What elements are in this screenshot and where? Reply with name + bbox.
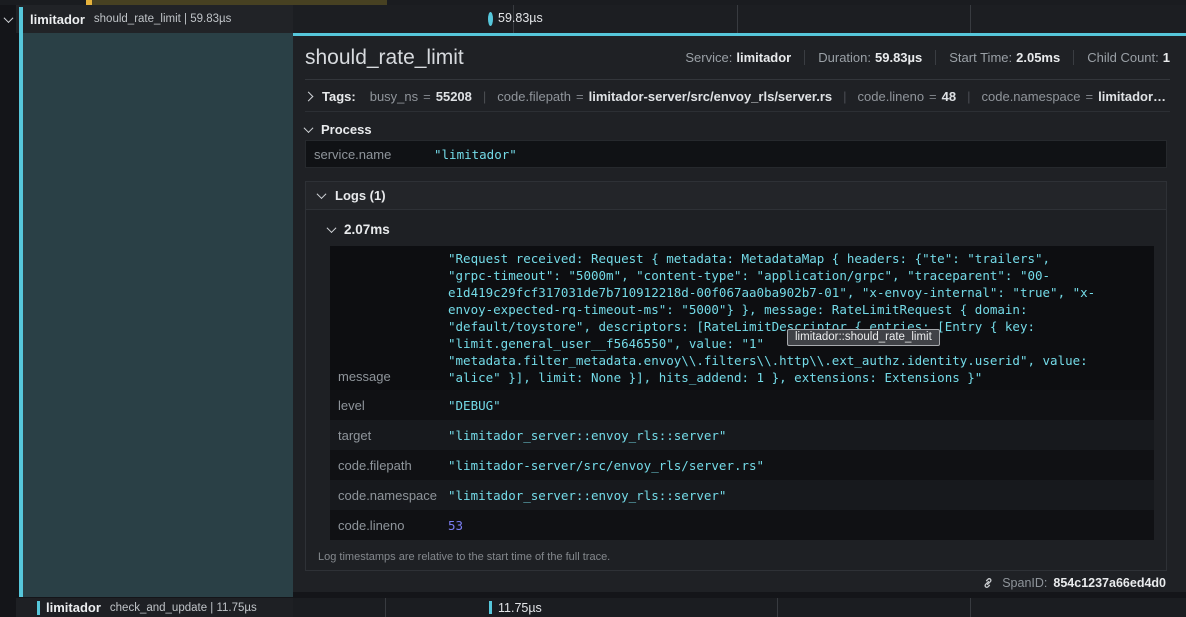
chevron-down-icon [3,13,13,23]
process-kv-row: service.name "limitador" [305,140,1167,168]
span-timeline-cell[interactable]: 11.75µs [293,598,1186,617]
process-accordion[interactable]: Process [305,120,372,138]
span-row-should-rate-limit: limitador should_rate_limit | 59.83µs 59… [0,5,1186,33]
log-row-level: level "DEBUG" [330,390,1154,420]
log-row-code-filepath: code.filepath "limitador-server/src/envo… [330,450,1154,480]
span-duration-marker[interactable] [489,601,492,614]
timeline-gridline [737,5,738,33]
log-row-message: message "Request received: Request { met… [330,246,1154,390]
kv-key: service.name [306,147,434,162]
timeline-gridline [970,598,971,617]
span-duration-label: 11.75µs [498,601,542,615]
log-entry-accordion[interactable]: 2.07ms [328,222,390,237]
chevron-down-icon [327,223,337,233]
log-row-target: target "limitador_server::envoy_rls::ser… [330,420,1154,450]
tag-separator: | [483,89,486,104]
trace-detail-view: limitador should_rate_limit | 59.83µs 59… [0,0,1186,617]
chevron-right-icon [304,92,314,102]
timeline-gridline [777,598,778,617]
span-accent-bar [37,601,40,615]
logs-label: Logs (1) [335,188,386,203]
span-operation-label: should_rate_limit | 59.83µs [94,13,231,25]
timeline-gridline [970,5,971,33]
kv-key: message [330,369,448,386]
meta-child-count: Child Count:1 [1073,50,1170,65]
span-duration-marker[interactable] [488,12,493,26]
span-hover-tooltip: limitador::should_rate_limit [787,329,940,346]
kv-value: "limitador" [434,147,517,162]
span-id-label: SpanID: [1002,576,1047,590]
chevron-down-icon [304,123,314,133]
span-service-name: limitador [46,600,101,615]
tag-code-lineno: code.lineno=48 [858,89,957,104]
span-meta: Service:limitador Duration:59.83µs Start… [672,50,1170,65]
process-label: Process [321,122,372,137]
kv-value-message: "Request received: Request { metadata: M… [448,250,1095,386]
tags-label: Tags: [322,89,356,104]
tag-code-namespace: code.namespace=limitador… [982,89,1167,104]
tag-code-filepath: code.filepath=limitador-server/src/envoy… [497,89,832,104]
tag-separator: | [967,89,970,104]
span-operation-label: check_and_update | 11.75µs [110,602,257,614]
logs-accordion[interactable]: Logs (1) [306,182,1166,210]
tag-busy-ns: busy_ns=55208 [370,89,472,104]
meta-service: Service:limitador [672,50,804,65]
meta-duration: Duration:59.83µs [804,50,935,65]
log-row-code-lineno: code.lineno 53 [330,510,1154,540]
link-icon[interactable] [980,575,996,591]
log-timestamps-note: Log timestamps are relative to the start… [318,551,610,563]
log-entry-time: 2.07ms [344,222,390,237]
selected-span-name-column[interactable] [23,33,293,597]
timeline-gridline [385,598,386,617]
tag-list: busy_ns=55208 | code.filepath=limitador-… [370,89,1166,104]
span-detail-panel: should_rate_limit Service:limitador Dura… [293,33,1186,592]
tags-accordion[interactable]: Tags: busy_ns=55208 | code.filepath=limi… [305,82,1170,112]
span-detail-header: should_rate_limit Service:limitador Dura… [305,36,1170,80]
span-timeline-cell[interactable]: 59.83µs [293,5,1186,33]
span-row-check-and-update: limitador check_and_update | 11.75µs 11.… [0,598,1186,617]
span-id-value: 854c1237a66ed4d0 [1053,576,1166,590]
chevron-down-icon [317,189,327,199]
logs-section: Logs (1) 2.07ms message "Request receive… [305,181,1167,571]
span-name-cell[interactable]: limitador should_rate_limit | 59.83µs [16,5,293,33]
row-collapse-toggle[interactable] [0,5,16,33]
tag-separator: | [843,89,846,104]
span-service-name: limitador [30,12,85,27]
span-name-cell[interactable]: limitador check_and_update | 11.75µs [16,598,293,617]
span-duration-label: 59.83µs [498,11,543,25]
span-title: should_rate_limit [305,46,464,70]
meta-start-time: Start Time:2.05ms [935,50,1073,65]
log-kv-table: message "Request received: Request { met… [330,246,1154,540]
span-id-footer: SpanID: 854c1237a66ed4d0 [980,575,1166,591]
log-row-code-namespace: code.namespace "limitador_server::envoy_… [330,480,1154,510]
